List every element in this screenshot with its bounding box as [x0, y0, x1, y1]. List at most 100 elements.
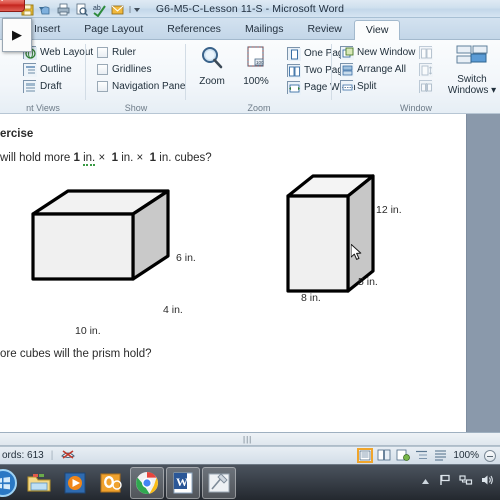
switch-windows-icon	[456, 45, 488, 72]
view-side-by-side-button[interactable]	[416, 44, 433, 61]
media-player-icon[interactable]	[58, 467, 92, 499]
zoom-level-label[interactable]: 100%	[453, 450, 479, 461]
quick-access-toolbar: ab	[20, 1, 143, 17]
show-hidden-icons-icon[interactable]	[420, 474, 431, 492]
svg-text:100: 100	[256, 60, 264, 65]
split-icon	[340, 80, 354, 94]
reset-window-position-button[interactable]	[416, 78, 433, 95]
volume-icon[interactable]	[480, 473, 494, 492]
google-chrome-icon[interactable]	[130, 466, 164, 499]
mouse-cursor	[351, 244, 362, 260]
left-prism-depth-label: 4 in.	[163, 304, 183, 316]
outline-label: Outline	[40, 64, 72, 75]
document-canvas[interactable]: ercise will hold more 1 in. × 1 in. × 1 …	[0, 114, 500, 432]
ribbon-group-label-zoom: Zoom	[247, 103, 271, 113]
system-tray	[420, 473, 500, 492]
outline-icon	[23, 63, 37, 77]
start-orb[interactable]	[0, 467, 20, 499]
draft-icon	[23, 80, 37, 94]
arrange-all-icon	[340, 63, 354, 77]
zoom-100-button[interactable]: 100 100%	[236, 45, 276, 96]
right-prism-depth-label: 5 in.	[358, 276, 378, 288]
customize-qat-icon[interactable]	[128, 2, 143, 17]
ribbon-group-show: Ruler Gridlines Navigation Pane Zoom Sho…	[86, 40, 186, 114]
word-count-label[interactable]: ords: 613	[2, 450, 44, 461]
email-icon[interactable]	[110, 2, 125, 17]
horizontal-split-bar[interactable]: |||	[0, 432, 500, 446]
left-prism-height-label: 6 in.	[176, 252, 196, 264]
gridlines-checkbox-row[interactable]: Gridlines	[94, 61, 185, 78]
outline-view-button[interactable]	[415, 449, 429, 462]
rectangular-prism-right	[286, 174, 375, 293]
windows-taskbar: W	[0, 464, 500, 500]
ribbon: Web Layout Outline Draft nt Views Ruler …	[0, 40, 500, 114]
proofing-errors-icon[interactable]	[60, 447, 76, 464]
ribbon-group-zoom: Zoom 100 100% One Page Two Pages Page Wi…	[186, 40, 356, 114]
tab-view[interactable]: View	[353, 20, 401, 41]
svg-text:ab: ab	[93, 5, 101, 12]
reset-window-position-icon	[419, 80, 433, 94]
q1-u2: in.	[121, 152, 134, 164]
tab-page-layout[interactable]: Page Layout	[72, 19, 155, 40]
switch-windows-label: Switch Windows ▾	[447, 74, 497, 96]
spelling-icon[interactable]: ab	[92, 2, 107, 17]
zoom-out-icon[interactable]	[484, 449, 496, 462]
ribbon-group-label-window: Window	[399, 103, 432, 113]
play-arrow-icon[interactable]: ▶	[12, 27, 22, 43]
snipping-tool-icon[interactable]	[202, 466, 236, 499]
ruler-checkbox-row[interactable]: Ruler	[94, 44, 185, 61]
microsoft-word-icon[interactable]: W	[166, 466, 200, 499]
navigation-pane-checkbox-row[interactable]: Navigation Pane	[94, 78, 185, 95]
zoom-100-label: 100%	[243, 76, 269, 87]
draft-view-button[interactable]	[434, 449, 448, 462]
windows-explorer-icon[interactable]	[22, 467, 56, 499]
print-preview-icon[interactable]	[74, 2, 89, 17]
zoom-100-icon: 100	[243, 45, 269, 74]
q1-suffix: cubes?	[174, 152, 212, 164]
print-icon[interactable]	[56, 2, 71, 17]
arrange-all-label: Arrange All	[357, 64, 406, 75]
navigation-pane-checkbox[interactable]	[97, 81, 108, 92]
split-grip-icon[interactable]: |||	[243, 436, 257, 444]
new-window-button[interactable]: New Window	[337, 44, 415, 61]
undo-icon[interactable]	[38, 2, 53, 17]
ribbon-group-label-show-text: Show	[124, 103, 148, 113]
zoom-button[interactable]: Zoom	[192, 45, 232, 96]
status-bar: ords: 613 | 100%	[0, 446, 500, 464]
page-heading: ercise	[0, 128, 34, 140]
title-bar: G6-M5-C-Lesson 11-S - Microsoft Word ab	[0, 0, 500, 18]
gridlines-label: Gridlines	[112, 64, 152, 75]
new-window-label: New Window	[357, 47, 416, 58]
print-layout-view-button[interactable]	[357, 448, 374, 463]
action-center-flag-icon[interactable]	[438, 473, 452, 492]
full-screen-reading-view-button[interactable]	[377, 449, 391, 462]
view-side-by-side-icon	[419, 46, 433, 60]
ruler-label: Ruler	[112, 47, 136, 58]
synchronous-scrolling-button[interactable]	[416, 61, 433, 78]
split-button[interactable]: Split	[337, 78, 415, 95]
new-window-icon	[340, 46, 354, 60]
arrange-all-button[interactable]: Arrange All	[337, 61, 415, 78]
web-layout-view-button[interactable]	[396, 449, 411, 462]
two-pages-icon	[287, 64, 301, 78]
close-icon[interactable]	[0, 0, 25, 12]
tab-review[interactable]: Review	[295, 19, 353, 40]
ruler-checkbox[interactable]	[97, 47, 108, 58]
tab-references[interactable]: References	[155, 19, 233, 40]
ribbon-group-window: New Window Arrange All Split Switch Wind…	[332, 40, 500, 114]
q1-u3: in.	[159, 152, 172, 164]
tab-mailings[interactable]: Mailings	[233, 19, 296, 40]
zoom-label: Zoom	[199, 76, 225, 87]
outline-button[interactable]: Outline	[20, 61, 93, 78]
office-outlook-icon[interactable]	[94, 467, 128, 499]
draft-button[interactable]: Draft	[20, 78, 93, 95]
document-page[interactable]: ercise will hold more 1 in. × 1 in. × 1 …	[0, 114, 466, 432]
gridlines-checkbox[interactable]	[97, 64, 108, 75]
word-window: G6-M5-C-Lesson 11-S - Microsoft Word ab	[0, 0, 500, 500]
switch-windows-button[interactable]: Switch Windows ▾	[446, 45, 498, 96]
ribbon-tab-strip: Insert Page Layout References Mailings R…	[0, 18, 500, 41]
network-icon[interactable]	[459, 473, 473, 492]
question-2: ore cubes will the prism hold?	[0, 348, 152, 360]
question-1-prefix: will hold more	[0, 152, 74, 164]
overlay-popup[interactable]: ▶	[2, 18, 32, 52]
